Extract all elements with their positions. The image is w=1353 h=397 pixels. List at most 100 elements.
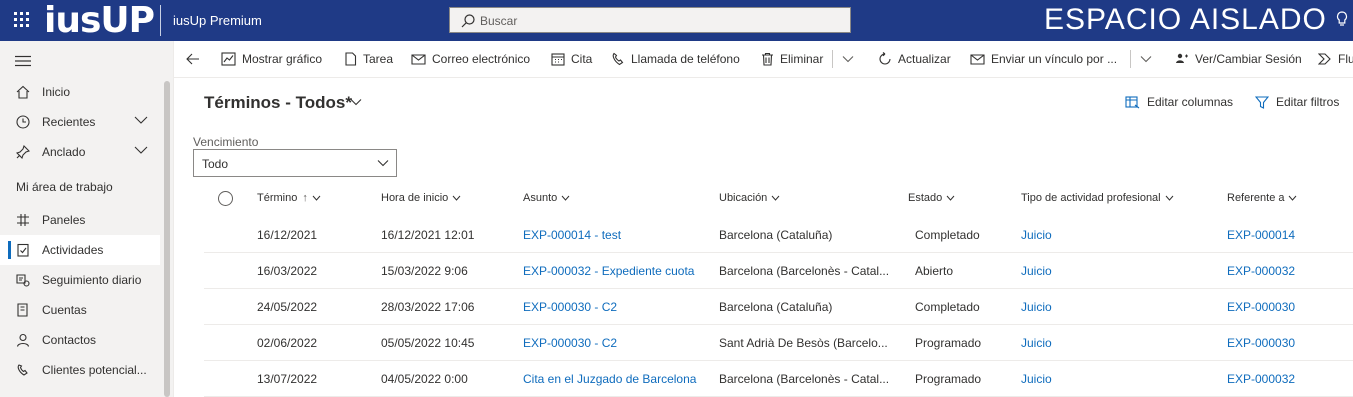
sidebar-scrollbar[interactable] — [164, 81, 170, 397]
dashboard-icon — [17, 214, 29, 226]
cell-termino: 16/03/2022 — [257, 264, 318, 278]
table-row[interactable]: 16/03/2022 15/03/2022 9:06 EXP-000032 - … — [204, 253, 1353, 289]
sidebar-item-recientes[interactable]: Recientes — [0, 107, 160, 137]
cell-referente-link[interactable]: EXP-000032 — [1227, 264, 1295, 278]
search-box[interactable]: Buscar — [449, 7, 851, 33]
sidebar-item-label: Clientes potencial... — [42, 363, 147, 377]
trash-icon — [762, 52, 773, 66]
column-header-label: Estado — [908, 192, 943, 204]
chevron-down-icon[interactable] — [134, 145, 148, 155]
view-selector-chevron-icon[interactable] — [350, 98, 362, 106]
hamburger-icon[interactable] — [15, 55, 31, 67]
refresh-label: Actualizar — [898, 52, 951, 66]
refresh-button[interactable]: Actualizar — [878, 41, 951, 77]
cell-tipo-actividad-link[interactable]: Juicio — [1021, 264, 1052, 278]
workspace-section-title: Mi área de trabajo — [16, 180, 113, 194]
table-row[interactable]: 24/05/2022 28/03/2022 17:06 EXP-000030 -… — [204, 289, 1353, 325]
table-row[interactable]: 16/12/2021 16/12/2021 12:01 EXP-000014 -… — [204, 217, 1353, 253]
sidebar-item-paneles[interactable]: Paneles — [0, 205, 160, 235]
flow-icon — [1318, 53, 1331, 65]
app-launcher-icon[interactable] — [14, 12, 30, 28]
cell-ubicacion: Barcelona (Cataluña) — [719, 300, 833, 314]
tracking-icon — [16, 274, 30, 287]
sidebar-item-clientes-potenciales[interactable]: Clientes potencial... — [0, 355, 160, 385]
send-link-button[interactable]: Enviar un vínculo por ... — [970, 41, 1117, 77]
column-header-label: Ubicación — [719, 192, 768, 204]
column-header-termino[interactable]: Término ↑ — [257, 183, 321, 213]
email-button[interactable]: Correo electrónico — [411, 41, 530, 77]
edit-filters-button[interactable]: Editar filtros — [1255, 95, 1339, 109]
mail-icon — [411, 53, 426, 65]
column-header-label: Hora de inicio — [381, 192, 449, 204]
back-button[interactable] — [186, 41, 206, 77]
cell-referente-link[interactable]: EXP-000014 — [1227, 228, 1295, 242]
cell-termino: 16/12/2021 — [257, 228, 318, 242]
cell-tipo-actividad-link[interactable]: Juicio — [1021, 300, 1052, 314]
edit-columns-button[interactable]: Editar columnas — [1125, 95, 1233, 109]
cell-estado: Completado — [915, 300, 980, 314]
select-all-checkbox[interactable] — [218, 191, 233, 206]
cell-asunto-link[interactable]: EXP-000032 - Expediente cuota — [523, 264, 708, 278]
chevron-down-icon — [312, 195, 321, 201]
cell-referente-link[interactable]: EXP-000032 — [1227, 372, 1295, 386]
chevron-down-icon — [1289, 195, 1297, 201]
sidebar-item-contactos[interactable]: Contactos — [0, 325, 160, 355]
cell-referente-link[interactable]: EXP-000030 — [1227, 336, 1295, 350]
cell-asunto-link[interactable]: EXP-000014 - test — [523, 228, 708, 242]
appointment-button[interactable]: Cita — [551, 41, 592, 77]
cell-tipo-actividad-link[interactable]: Juicio — [1021, 336, 1052, 350]
appointment-label: Cita — [571, 52, 593, 66]
cell-tipo-actividad-link[interactable]: Juicio — [1021, 228, 1052, 242]
cell-asunto-link[interactable]: EXP-000030 - C2 — [523, 336, 708, 350]
sort-ascending-icon: ↑ — [302, 192, 308, 204]
chevron-down-icon — [452, 195, 461, 201]
cell-asunto-link[interactable]: EXP-000030 - C2 — [523, 300, 708, 314]
sidebar-item-cuentas[interactable]: Cuentas — [0, 295, 160, 325]
cell-asunto-link[interactable]: Cita en el Juzgado de Barcelona — [523, 372, 708, 386]
view-title[interactable]: Términos - Todos* — [204, 93, 352, 113]
cell-estado: Completado — [915, 228, 980, 242]
show-chart-label: Mostrar gráfico — [242, 52, 323, 66]
cell-tipo-actividad-link[interactable]: Juicio — [1021, 372, 1052, 386]
cell-ubicacion: Barcelona (Barcelonès - Catal... — [719, 372, 890, 386]
chevron-down-icon[interactable] — [134, 115, 148, 125]
session-button[interactable]: Ver/Cambiar Sesión — [1175, 41, 1302, 77]
edit-filters-label: Editar filtros — [1276, 95, 1340, 109]
cell-termino: 13/07/2022 — [257, 372, 318, 386]
sidebar-item-actividades[interactable]: Actividades — [0, 235, 160, 265]
cell-termino: 02/06/2022 — [257, 336, 318, 350]
task-button[interactable]: Tarea — [344, 41, 393, 77]
column-header-asunto[interactable]: Asunto — [523, 183, 570, 213]
column-header-referente[interactable]: Referente a — [1227, 183, 1297, 213]
flow-button[interactable]: Flu — [1318, 41, 1353, 77]
table-row[interactable]: 13/07/2022 04/05/2022 0:00 Cita en el Ju… — [204, 361, 1353, 397]
sidebar-item-seguimiento-diario[interactable]: Seguimiento diario — [0, 265, 160, 295]
more-delete-options[interactable] — [842, 41, 860, 77]
lightbulb-icon[interactable] — [1336, 11, 1348, 29]
sidebar-item-anclado[interactable]: Anclado — [0, 137, 160, 167]
home-icon — [16, 85, 30, 99]
column-header-hora-inicio[interactable]: Hora de inicio — [381, 183, 461, 213]
sidebar-item-label: Paneles — [42, 213, 86, 227]
more-send-options[interactable] — [1140, 41, 1158, 77]
column-header-ubicacion[interactable]: Ubicación — [719, 183, 780, 213]
delete-button[interactable]: Eliminar — [761, 41, 823, 77]
chevron-down-icon — [771, 195, 780, 201]
cell-referente-link[interactable]: EXP-000030 — [1227, 300, 1295, 314]
column-header-estado[interactable]: Estado — [908, 183, 955, 213]
cell-hora-inicio: 28/03/2022 17:06 — [381, 300, 475, 314]
table-row[interactable]: 02/06/2022 05/05/2022 10:45 EXP-000030 -… — [204, 325, 1353, 361]
sidebar-item-label: Cuentas — [42, 303, 87, 317]
command-divider — [1130, 50, 1131, 68]
brand-logo[interactable]: iusUP — [44, 0, 155, 41]
calendar-icon — [551, 53, 565, 66]
phone-call-button[interactable]: Llamada de teléfono — [611, 41, 740, 77]
column-header-tipo-actividad[interactable]: Tipo de actividad profesional — [1021, 183, 1174, 213]
show-chart-button[interactable]: Mostrar gráfico — [221, 41, 322, 77]
sidebar-item-inicio[interactable]: Inicio — [0, 77, 160, 107]
due-date-filter-dropdown[interactable]: Todo — [193, 149, 397, 177]
cell-ubicacion: Barcelona (Cataluña) — [719, 228, 833, 242]
app-name[interactable]: iusUp Premium — [173, 13, 262, 28]
cell-estado: Programado — [915, 336, 982, 350]
delete-label: Eliminar — [780, 52, 824, 66]
